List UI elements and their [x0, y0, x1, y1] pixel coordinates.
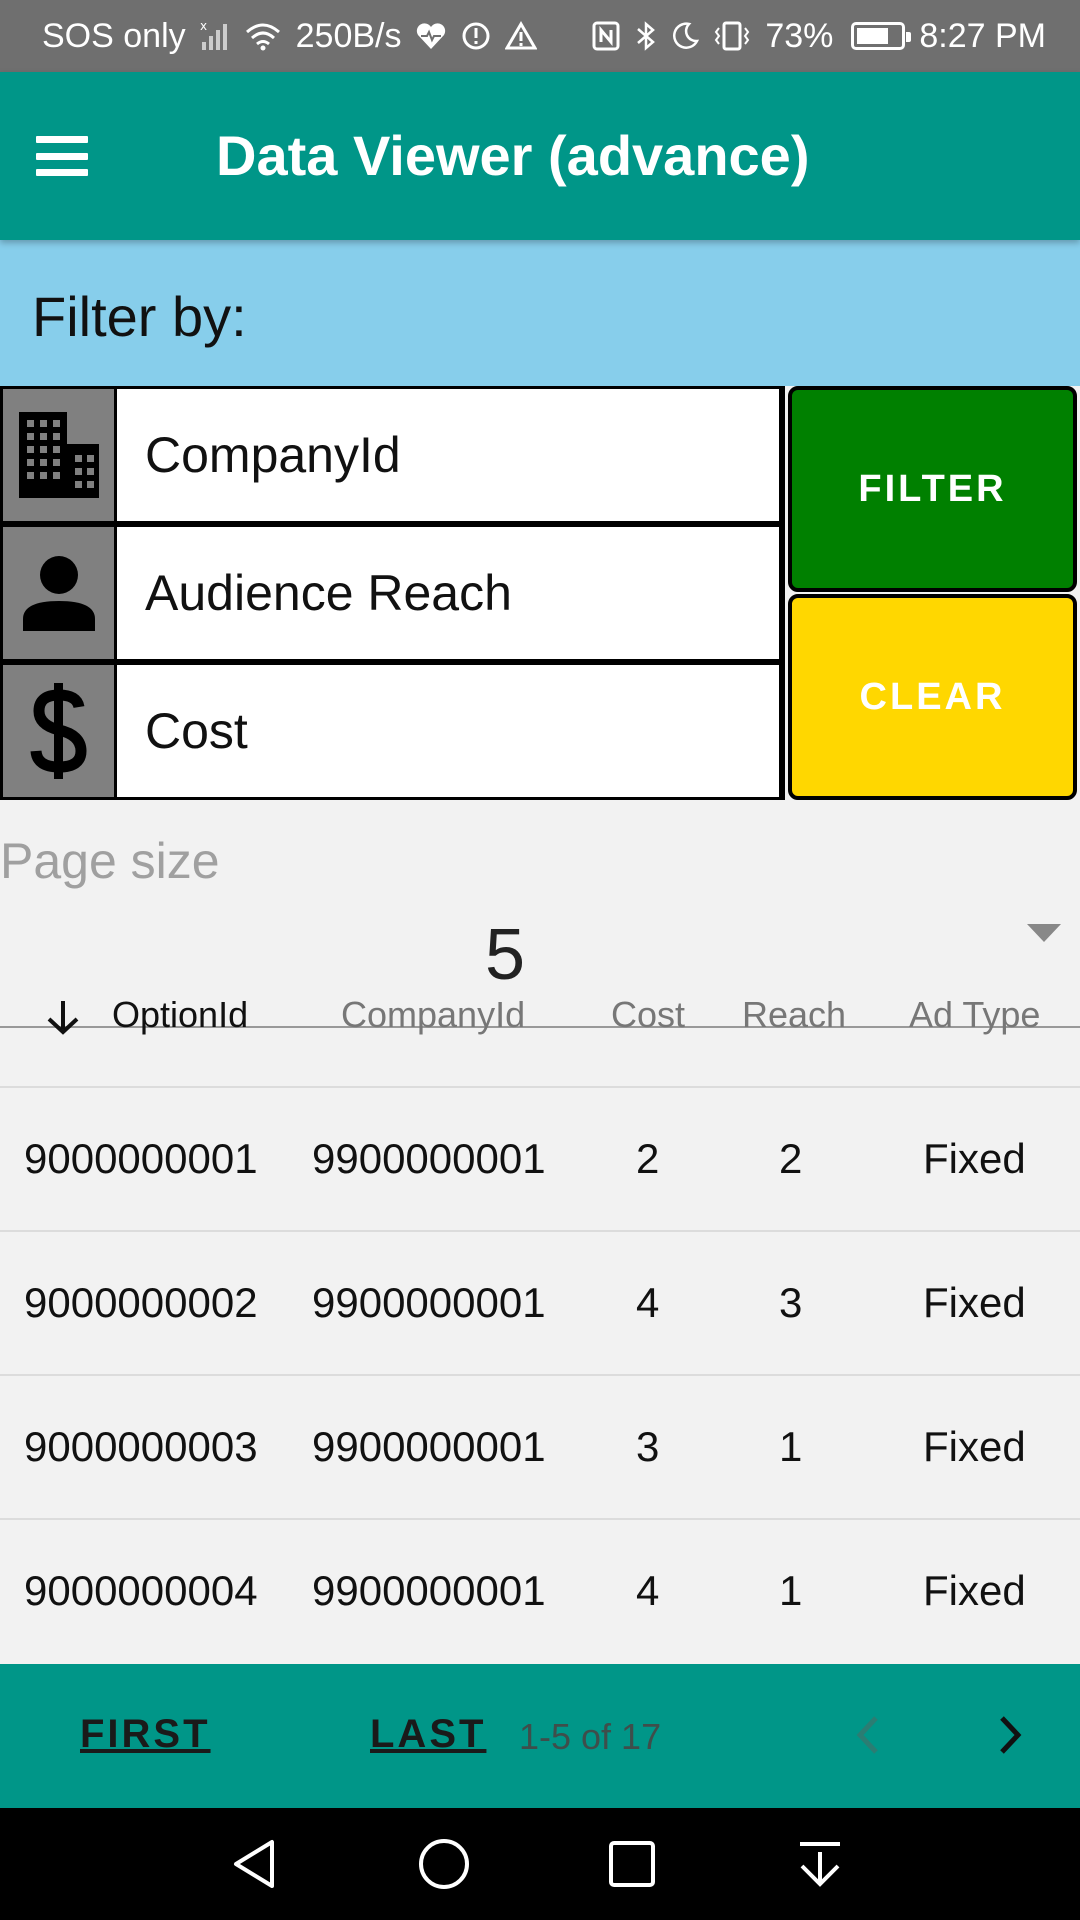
network-speed: 250B/s: [295, 16, 402, 55]
filter-row-company: [0, 386, 785, 524]
table-header: OptionId CompanyId Cost Reach Ad Type: [0, 985, 1080, 1085]
bluetooth-icon: [637, 21, 656, 51]
cost-field[interactable]: [117, 665, 779, 797]
menu-icon-line: [36, 136, 88, 143]
cell-ad-type: Fixed: [923, 1423, 1026, 1470]
cell-ad-type: Fixed: [923, 1279, 1026, 1326]
filter-label: Filter by:: [32, 285, 247, 348]
notifications-pull-icon[interactable]: [792, 1836, 848, 1892]
dropdown-arrow-icon: [1027, 924, 1061, 942]
chevron-right-icon[interactable]: [990, 1712, 1030, 1758]
clear-button[interactable]: CLEAR: [788, 594, 1077, 800]
table-row[interactable]: 9000000001 9900000001 2 2 Fixed: [0, 1088, 1080, 1232]
table-row[interactable]: 9000000002 9900000001 4 3 Fixed: [0, 1232, 1080, 1376]
page-title: Data Viewer (advance): [216, 124, 810, 187]
page-size-label: Page size: [0, 833, 220, 889]
building-icon: [3, 389, 114, 521]
cell-company-id: 9900000001: [312, 1423, 546, 1470]
column-header-reach[interactable]: Reach: [742, 985, 846, 1045]
alert-circle-icon: [462, 22, 490, 50]
filter-actions: FILTER CLEAR: [785, 386, 1080, 800]
signal-icon: x: [200, 20, 227, 50]
company-id-field[interactable]: [117, 389, 779, 521]
cell-ad-type: Fixed: [923, 1135, 1026, 1182]
moon-icon: [673, 22, 700, 49]
cell-option-id: 9000000001: [24, 1135, 258, 1182]
menu-icon[interactable]: [36, 136, 88, 176]
cell-company-id: 9900000001: [312, 1567, 546, 1614]
filter-row-cost: [0, 662, 785, 800]
column-header-ad-type[interactable]: Ad Type: [909, 985, 1040, 1045]
page-size-value: 5: [484, 915, 526, 995]
back-icon[interactable]: [228, 1836, 284, 1892]
svg-text:x: x: [200, 20, 207, 33]
dollar-icon: [3, 665, 114, 797]
carrier-text: SOS only: [42, 16, 186, 55]
cell-option-id: 9000000003: [24, 1423, 258, 1470]
column-header-option-id[interactable]: OptionId: [112, 985, 248, 1045]
column-header-company-id[interactable]: CompanyId: [341, 985, 525, 1045]
last-page-button[interactable]: LAST: [370, 1712, 486, 1757]
cell-cost: 2: [636, 1135, 660, 1182]
vibrate-icon: [715, 21, 750, 51]
status-bar-right: 73% 8:27 PM: [591, 17, 1046, 56]
clock: 8:27 PM: [919, 16, 1046, 55]
battery-icon: [851, 22, 912, 50]
cell-company-id: 9900000001: [312, 1135, 546, 1182]
system-nav-bar: [0, 1808, 1080, 1920]
filter-row-reach: [0, 524, 785, 662]
app-bar: Data Viewer (advance): [0, 72, 1080, 240]
chevron-left-icon[interactable]: [848, 1712, 888, 1758]
filter-header: Filter by:: [0, 240, 1080, 386]
cell-cost: 4: [636, 1567, 660, 1614]
cell-cost: 4: [636, 1279, 660, 1326]
cell-ad-type: Fixed: [923, 1567, 1026, 1614]
status-bar-left: SOS only x 250B/s: [42, 16, 538, 56]
page-range-info: 1-5 of 17: [519, 1716, 662, 1757]
health-icon: [417, 23, 446, 49]
audience-reach-field[interactable]: [117, 527, 779, 659]
battery-level: [857, 28, 889, 44]
cell-cost: 3: [636, 1423, 660, 1470]
recents-icon[interactable]: [604, 1836, 660, 1892]
cell-company-id: 9900000001: [312, 1279, 546, 1326]
home-icon[interactable]: [416, 1836, 472, 1892]
table-row[interactable]: 9000000004 9900000001 4 1 Fixed: [0, 1520, 1080, 1664]
filter-fields: [0, 386, 785, 800]
cell-reach: 1: [779, 1567, 803, 1614]
first-page-button[interactable]: FIRST: [80, 1712, 211, 1757]
table-body: 9000000001 9900000001 2 2 Fixed 90000000…: [0, 1088, 1080, 1664]
status-bar: SOS only x 250B/s 73% 8:27 PM: [0, 0, 1080, 72]
cell-reach: 3: [779, 1279, 803, 1326]
arrow-down-icon[interactable]: [46, 999, 80, 1035]
menu-icon-line: [36, 169, 88, 176]
filter-button[interactable]: FILTER: [788, 386, 1077, 592]
cell-option-id: 9000000002: [24, 1279, 258, 1326]
warning-icon: [505, 21, 538, 50]
cell-option-id: 9000000004: [24, 1567, 258, 1614]
wifi-icon: [245, 23, 280, 51]
cell-reach: 2: [779, 1135, 803, 1182]
menu-icon-line: [36, 152, 88, 160]
battery-percent: 73%: [765, 16, 834, 55]
pagination-bar: FIRST LAST 1-5 of 17: [0, 1664, 1080, 1808]
nfc-icon: [592, 21, 620, 51]
cell-reach: 1: [779, 1423, 803, 1470]
column-header-cost[interactable]: Cost: [611, 985, 685, 1045]
person-icon: [3, 527, 114, 659]
table-row[interactable]: 9000000003 9900000001 3 1 Fixed: [0, 1376, 1080, 1520]
